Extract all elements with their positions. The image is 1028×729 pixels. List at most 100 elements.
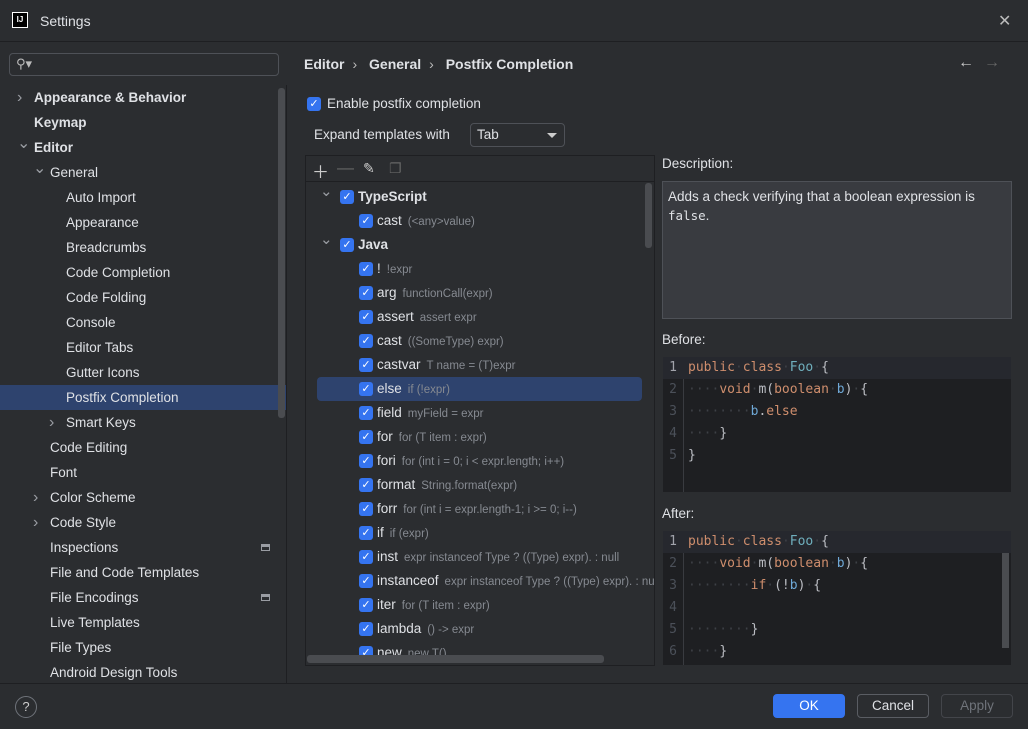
- ok-button[interactable]: OK: [773, 694, 845, 718]
- breadcrumb-item[interactable]: Editor: [304, 56, 344, 72]
- template-key-text: fori: [377, 453, 396, 468]
- sidebar-item[interactable]: Code Completion: [0, 260, 286, 285]
- template-row[interactable]: ✓ forr for (int i = expr.length-1; i >= 0;…: [306, 497, 642, 521]
- sidebar-item[interactable]: Keymap: [0, 110, 286, 135]
- template-checkbox[interactable]: ✓: [340, 190, 354, 204]
- sidebar-item[interactable]: Appearance: [0, 210, 286, 235]
- breadcrumb-item[interactable]: General: [369, 56, 421, 72]
- template-checkbox[interactable]: ✓: [359, 502, 373, 516]
- sidebar-item[interactable]: Inspections: [0, 535, 286, 560]
- template-description: for (int i = expr.length-1; i >= 0; i--): [403, 504, 577, 516]
- sidebar-item[interactable]: Font: [0, 460, 286, 485]
- template-row[interactable]: ✓ else if (!expr): [306, 377, 642, 401]
- tree-horizontal-scrollbar[interactable]: [307, 655, 604, 663]
- template-key-text: cast: [377, 213, 402, 228]
- template-row[interactable]: ✓ fori for (int i = 0; i < expr.length; i+…: [306, 449, 642, 473]
- sidebar-item[interactable]: Live Templates: [0, 610, 286, 635]
- template-checkbox[interactable]: ✓: [359, 334, 373, 348]
- sidebar-item[interactable]: › Smart Keys: [0, 410, 286, 435]
- template-description: for (T item : expr): [401, 600, 490, 612]
- template-row[interactable]: ✓ instanceof expr instanceof Type ? ((Type…: [306, 569, 654, 593]
- template-checkbox[interactable]: ✓: [359, 262, 373, 276]
- template-checkbox[interactable]: ✓: [359, 574, 373, 588]
- template-row[interactable]: ✓ assert assert expr: [306, 305, 642, 329]
- sidebar-item[interactable]: Auto Import: [0, 185, 286, 210]
- chevron-right-icon[interactable]: ›: [33, 510, 38, 535]
- template-group[interactable]: ⌄ ✓ Java: [306, 231, 642, 257]
- template-row[interactable]: ✓ if if (expr): [306, 521, 642, 545]
- remove-icon[interactable]: —: [337, 158, 354, 178]
- sidebar-item[interactable]: Console: [0, 310, 286, 335]
- template-description: if (!expr): [407, 384, 450, 396]
- template-row[interactable]: ✓ arg functionCall(expr): [306, 281, 642, 305]
- template-row[interactable]: ✓ cast (<any>value): [306, 209, 642, 233]
- template-checkbox[interactable]: ✓: [359, 622, 373, 636]
- template-checkbox[interactable]: ✓: [359, 214, 373, 228]
- template-checkbox[interactable]: ✓: [359, 382, 373, 396]
- template-checkbox[interactable]: ✓: [359, 430, 373, 444]
- template-group[interactable]: ⌄ ✓ TypeScript: [306, 183, 642, 209]
- template-checkbox[interactable]: ✓: [359, 286, 373, 300]
- sidebar-item[interactable]: Editor Tabs: [0, 335, 286, 360]
- chevron-down-icon[interactable]: ⌄: [320, 228, 333, 252]
- tree-vertical-scrollbar[interactable]: [645, 183, 652, 248]
- enable-postfix-checkbox[interactable]: ✓ Enable postfix completion: [307, 96, 481, 112]
- chevron-right-icon[interactable]: ›: [33, 485, 38, 510]
- template-checkbox[interactable]: ✓: [359, 310, 373, 324]
- help-button[interactable]: ?: [15, 696, 37, 718]
- sidebar-item[interactable]: Breadcrumbs: [0, 235, 286, 260]
- chevron-down-icon[interactable]: ⌄: [320, 180, 333, 204]
- template-row[interactable]: ✓ format String.format(expr): [306, 473, 642, 497]
- sidebar-item[interactable]: Postfix Completion: [0, 385, 286, 410]
- template-key: format String.format(expr): [377, 473, 517, 498]
- chevron-down-icon[interactable]: ⌄: [17, 131, 30, 156]
- chevron-right-icon[interactable]: ›: [49, 410, 54, 435]
- template-checkbox[interactable]: ✓: [359, 598, 373, 612]
- template-description: () -> expr: [427, 624, 475, 636]
- description-label: Description:: [662, 156, 734, 171]
- sidebar-item[interactable]: Gutter Icons: [0, 360, 286, 385]
- edit-icon[interactable]: ✎: [363, 160, 375, 177]
- template-row[interactable]: ✓ castvar T name = (T)expr: [306, 353, 642, 377]
- template-row[interactable]: ✓! !expr: [306, 257, 642, 281]
- sidebar-scrollbar[interactable]: [278, 88, 285, 418]
- sidebar-item[interactable]: Code Editing: [0, 435, 286, 460]
- template-row[interactable]: ✓ inst expr instanceof Type ? ((Type) expr…: [306, 545, 642, 569]
- sidebar-item[interactable]: › Color Scheme: [0, 485, 286, 510]
- copy-icon[interactable]: ❐: [389, 160, 402, 177]
- template-row[interactable]: ✓ cast ((SomeType) expr): [306, 329, 642, 353]
- code-token: ·: [828, 556, 837, 571]
- template-checkbox[interactable]: ✓: [359, 358, 373, 372]
- template-row[interactable]: ✓ field myField = expr: [306, 401, 642, 425]
- sidebar-item-label: File Encodings: [50, 590, 139, 605]
- chevron-right-icon[interactable]: ›: [17, 85, 22, 110]
- sidebar-item[interactable]: › Appearance & Behavior: [0, 85, 286, 110]
- sidebar-item[interactable]: Android Design Tools: [0, 660, 286, 685]
- template-checkbox[interactable]: ✓: [359, 454, 373, 468]
- template-checkbox[interactable]: ✓: [359, 406, 373, 420]
- sidebar-item[interactable]: Code Folding: [0, 285, 286, 310]
- template-checkbox[interactable]: ✓: [359, 478, 373, 492]
- apply-button[interactable]: Apply: [941, 694, 1013, 718]
- expand-select[interactable]: Tab: [470, 123, 565, 147]
- window-title: Settings: [40, 13, 91, 29]
- sidebar-item[interactable]: ⌄ General: [0, 160, 286, 185]
- template-key: cast ((SomeType) expr): [377, 329, 504, 354]
- chevron-down-icon[interactable]: ⌄: [33, 156, 46, 181]
- template-row[interactable]: ✓ iter for (T item : expr): [306, 593, 642, 617]
- sidebar-item[interactable]: File Types: [0, 635, 286, 660]
- template-checkbox[interactable]: ✓: [340, 238, 354, 252]
- cancel-button[interactable]: Cancel: [857, 694, 929, 718]
- sidebar-item[interactable]: › Code Style: [0, 510, 286, 535]
- forward-arrow-icon[interactable]: →: [984, 54, 1000, 72]
- template-checkbox[interactable]: ✓: [359, 550, 373, 564]
- template-key: TypeScript: [358, 185, 427, 209]
- back-arrow-icon[interactable]: ←: [958, 54, 974, 72]
- template-row[interactable]: ✓ for for (T item : expr): [306, 425, 642, 449]
- sidebar-item[interactable]: File Encodings: [0, 585, 286, 610]
- template-row[interactable]: ✓ lambda () -> expr: [306, 617, 642, 641]
- search-input[interactable]: ⚲▾: [9, 53, 279, 76]
- sidebar-item[interactable]: File and Code Templates: [0, 560, 286, 585]
- close-icon[interactable]: ✕: [998, 11, 1011, 31]
- template-checkbox[interactable]: ✓: [359, 526, 373, 540]
